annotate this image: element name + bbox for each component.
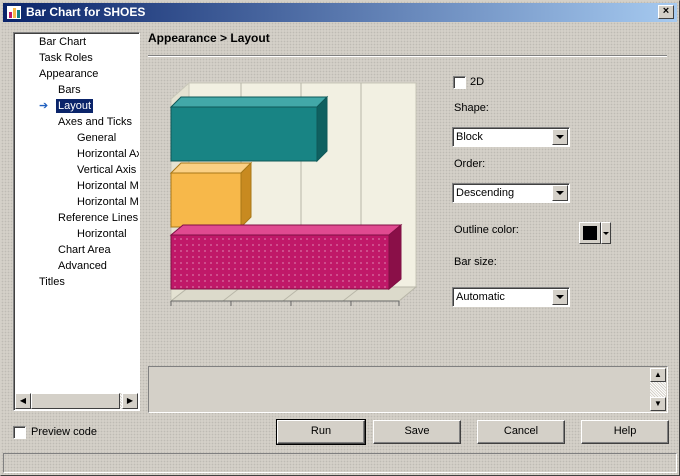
scroll-thumb[interactable] [31, 393, 120, 409]
run-button[interactable]: Run [276, 419, 366, 445]
save-button[interactable]: Save [373, 420, 461, 444]
breadcrumb: Appearance > Layout [148, 31, 270, 45]
orange-bar [169, 161, 253, 229]
tree-item-horizontal-major[interactable]: Horizontal Major [75, 179, 139, 193]
close-button[interactable]: × [658, 5, 674, 19]
bar-chart-icon [7, 6, 21, 19]
magenta-bar [169, 223, 403, 291]
tree-item-horizontal[interactable]: Horizontal [75, 227, 129, 241]
swatch-fill [583, 226, 597, 240]
tree-item-vertical-axis[interactable]: Vertical Axis [75, 163, 138, 177]
chevron-down-icon[interactable] [552, 129, 568, 145]
2d-label: 2D [470, 76, 485, 88]
close-icon: × [662, 5, 670, 17]
scroll-right-button[interactable]: ▶ [122, 393, 138, 409]
tree-item-advanced[interactable]: Advanced [56, 259, 109, 273]
chevron-down-icon[interactable] [601, 222, 611, 244]
header-divider [148, 55, 667, 57]
tree-item-reference-lines[interactable]: Reference Lines [56, 211, 139, 225]
title-bar: Bar Chart for SHOES × [3, 3, 677, 22]
bar-chart-dialog: Bar Chart for SHOES × Bar Chart Task Rol… [0, 0, 680, 476]
color-swatch[interactable] [579, 222, 601, 244]
tree-item-general[interactable]: General [75, 131, 118, 145]
outline-color-picker[interactable] [579, 222, 611, 244]
order-value: Descending [456, 187, 515, 199]
layout-preview-chart [169, 81, 418, 306]
tree-item-axes-and-ticks[interactable]: Axes and Ticks [56, 115, 134, 129]
preview-code-label: Preview code [31, 426, 98, 438]
preview-code-checkbox[interactable] [13, 426, 26, 439]
tree-item-horizontal-minor[interactable]: Horizontal Minor [75, 195, 139, 209]
window-title: Bar Chart for SHOES [26, 5, 146, 19]
bar-size-select[interactable]: Automatic [452, 287, 570, 307]
shape-label: Shape: [454, 102, 489, 114]
chevron-down-icon[interactable] [552, 289, 568, 305]
tree-item-layout[interactable]: Layout [54, 98, 95, 114]
scroll-up-button[interactable]: ▲ [650, 368, 666, 382]
selection-arrow-icon: ➔ [39, 100, 49, 112]
shape-select[interactable]: Block [452, 127, 570, 147]
tree-item-titles[interactable]: Titles [37, 275, 67, 289]
cancel-button[interactable]: Cancel [477, 420, 565, 444]
tree-item-chart-area[interactable]: Chart Area [56, 243, 113, 257]
2d-checkbox[interactable] [453, 76, 466, 89]
bar-size-label: Bar size: [454, 256, 497, 268]
teal-bar [169, 95, 329, 163]
message-area[interactable]: ▲ ▼ [148, 366, 668, 413]
tree-horizontal-scrollbar[interactable]: ◀ ▶ [15, 393, 138, 409]
order-select[interactable]: Descending [452, 183, 570, 203]
bar-size-value: Automatic [456, 291, 505, 303]
message-scrollbar[interactable]: ▲ ▼ [650, 368, 666, 411]
tree-item-appearance[interactable]: Appearance [37, 67, 100, 81]
chevron-down-icon[interactable] [552, 185, 568, 201]
outline-color-label: Outline color: [454, 224, 519, 236]
navigation-tree[interactable]: Bar Chart Task Roles Appearance Bars ➔ L… [13, 32, 140, 411]
tree-item-task-roles[interactable]: Task Roles [37, 51, 95, 65]
order-label: Order: [454, 158, 486, 170]
chart-axis-ticks [170, 300, 400, 306]
tree-item-bar-chart[interactable]: Bar Chart [37, 35, 88, 49]
scroll-down-button[interactable]: ▼ [650, 397, 666, 411]
shape-value: Block [456, 131, 483, 143]
scroll-left-button[interactable]: ◀ [15, 393, 31, 409]
help-button[interactable]: Help [581, 420, 669, 444]
tree-item-horizontal-axis[interactable]: Horizontal Axis [75, 147, 139, 161]
status-bar [3, 453, 677, 473]
tree-item-bars[interactable]: Bars [56, 83, 83, 97]
